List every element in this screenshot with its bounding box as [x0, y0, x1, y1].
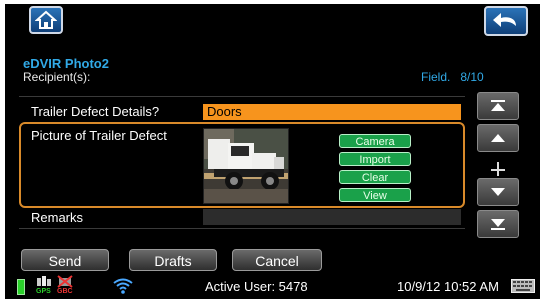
home-icon [35, 10, 57, 29]
home-button[interactable] [29, 6, 63, 34]
scroll-up-icon [491, 134, 505, 142]
scroll-bottom-icon [491, 219, 505, 230]
gbc-label: GBC [57, 288, 73, 295]
field-position: 8/10 [460, 70, 484, 84]
gps-icon [37, 276, 51, 286]
recipients-label: Recipient(s): [23, 70, 91, 84]
defect-details-field[interactable]: Doors [203, 104, 461, 120]
scroll-top-button[interactable] [477, 92, 519, 120]
camera-button[interactable]: Camera [339, 134, 411, 148]
picture-label: Picture of Trailer Defect [31, 128, 167, 143]
back-arrow-icon [493, 13, 516, 27]
keyboard-icon[interactable] [511, 279, 535, 293]
clear-button[interactable]: Clear [339, 170, 411, 184]
datetime: 10/9/12 10:52 AM [397, 279, 499, 294]
remarks-label: Remarks [31, 210, 84, 225]
send-button[interactable]: Send [21, 249, 109, 271]
import-button[interactable]: Import [339, 152, 411, 166]
scroll-up-button[interactable] [477, 124, 519, 152]
remarks-field[interactable] [203, 209, 461, 225]
drafts-button[interactable]: Drafts [129, 249, 217, 271]
field-counter: Field. 8/10 [421, 70, 484, 84]
field-label: Field. [421, 70, 451, 84]
form-title: eDVIR Photo2 [23, 56, 109, 71]
scroll-bottom-button[interactable] [477, 210, 519, 238]
truck-photo [204, 129, 288, 203]
back-button[interactable] [484, 6, 528, 36]
scroll-down-icon [491, 188, 505, 196]
status-bar: GPS GBC Active User: 5478 10/9/12 10:52 … [5, 274, 540, 299]
gbc-disabled-icon [57, 275, 73, 288]
device-screen: eDVIR Photo2 Recipient(s): Field. 8/10 Tr… [5, 4, 540, 299]
scroll-down-button[interactable] [477, 178, 519, 206]
wifi-icon [113, 278, 133, 294]
gps-label: GPS [36, 288, 51, 295]
divider [19, 228, 465, 229]
view-button[interactable]: View [339, 188, 411, 202]
battery-icon [17, 279, 25, 295]
cancel-button[interactable]: Cancel [232, 249, 322, 271]
scroll-position-marker [491, 169, 505, 171]
scroll-top-icon [491, 100, 505, 111]
active-user: Active User: 5478 [205, 279, 308, 294]
divider [19, 96, 465, 97]
defect-photo-thumbnail[interactable] [203, 128, 289, 204]
picture-field-panel[interactable]: Picture of Trailer Defect Camera Import … [19, 122, 465, 208]
defect-details-label: Trailer Defect Details? [31, 104, 160, 119]
